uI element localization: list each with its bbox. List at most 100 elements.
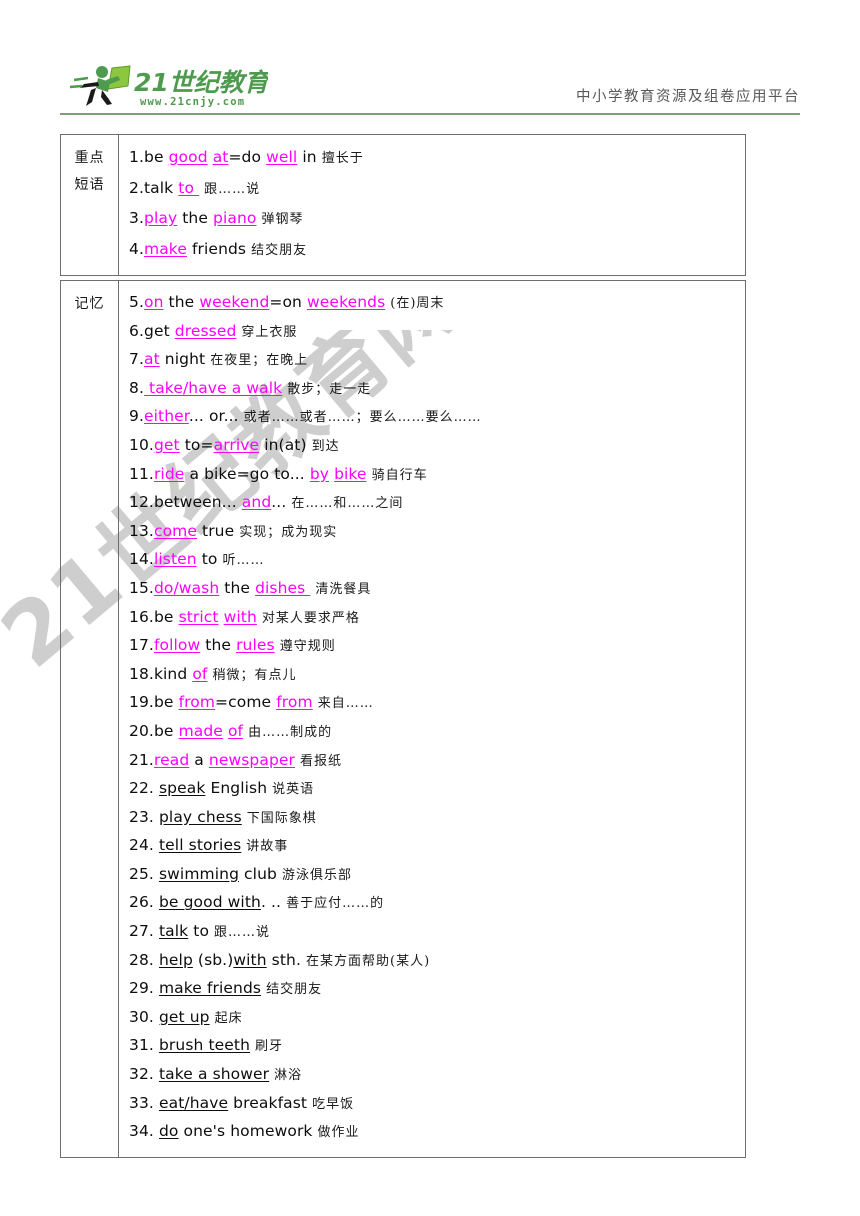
phrase-fragment: by (309, 464, 330, 483)
phrase-fragment: (sb.) (192, 950, 234, 969)
phrase-number: 17. (129, 636, 154, 655)
phrase-row: 11.ride a bike=go to... by bike 骑自行车 (129, 461, 739, 490)
phrase-fragment: listen (153, 550, 197, 569)
phrase-fragment: . .. (260, 893, 282, 912)
phrase-number: 6. (129, 321, 144, 340)
phrase-number: 11. (129, 464, 154, 483)
phrase-fragment: dishes (255, 578, 311, 597)
phrase-number: 4. (129, 239, 144, 258)
phrase-translation: (在)周末 (390, 296, 445, 311)
phrase-fragment: talk (144, 178, 179, 197)
phrase-fragment: be good with (158, 893, 261, 912)
phrase-fragment: =come (215, 693, 277, 712)
phrase-row: 22. speak English 说英语 (129, 775, 739, 804)
phrase-fragment: strict (178, 607, 219, 626)
phrase-fragment: get (153, 435, 180, 454)
phrase-fragment: with (223, 607, 257, 626)
phrase-number: 32. (129, 1065, 154, 1084)
phrase-fragment: sth. (266, 950, 301, 969)
phrase-fragment: night (159, 350, 206, 369)
phrase-row: 2.talk to 跟……说 (129, 174, 739, 205)
phrase-number: 16. (129, 607, 154, 626)
phrase-fragment: swimming (158, 864, 240, 883)
phrase-number: 2. (129, 178, 144, 197)
phrase-translation: 起床 (214, 1010, 243, 1026)
phrase-fragment: bike (334, 464, 367, 483)
phrase-fragment: take a shower (158, 1065, 270, 1084)
phrase-translation: 来自…… (317, 696, 374, 712)
phrase-fragment: the (177, 209, 214, 227)
phrase-row: 31. brush teeth 刷牙 (129, 1032, 739, 1061)
phrase-row: 3.play the piano 弹钢琴 (129, 204, 739, 235)
phrase-fragment: the (200, 636, 237, 655)
phrase-translation: 看报纸 (300, 753, 343, 769)
phrase-translation: 到达 (311, 438, 340, 454)
phrase-fragment: follow (153, 636, 201, 655)
phrase-number: 5. (129, 293, 144, 311)
phrase-fragment: to (178, 178, 200, 197)
phrase-fragment: weekend (199, 293, 270, 311)
phrase-fragment: to (188, 922, 210, 941)
phrase-translation: 由……制成的 (248, 724, 333, 740)
phrase-number: 13. (129, 521, 154, 540)
phrase-fragment: and (241, 493, 272, 512)
phrase-row: 15.do/wash the dishes 清洗餐具 (129, 575, 739, 604)
phrase-translation: 对某人要求严格 (261, 610, 360, 626)
phrase-number: 23. (129, 807, 154, 826)
phrase-number: 31. (129, 1036, 154, 1055)
logo-url: www.21cnjy.com (140, 96, 245, 108)
phrase-fragment: the (219, 578, 256, 597)
phrase-fragment: brush teeth (158, 1036, 250, 1055)
phrase-row: 24. tell stories 讲故事 (129, 832, 739, 861)
phrase-fragment: good (168, 148, 208, 166)
phrase-fragment: breakfast (228, 1093, 308, 1112)
phrase-fragment: ... or... (188, 407, 239, 426)
runner-icon (69, 65, 131, 106)
phrase-fragment: between... (153, 493, 242, 512)
phrase-row: 8. take/have a walk 散步；走一走 (129, 375, 739, 404)
table-label-line: 重点 (74, 150, 105, 166)
phrase-translation: 下国际象棋 (246, 810, 317, 826)
phrase-fragment: of (192, 664, 208, 683)
phrase-row: 12.between... and... 在……和……之间 (129, 489, 739, 518)
phrase-translation: 或者……或者……；要么……要么…… (243, 410, 482, 426)
phrase-translation: 结交朋友 (266, 982, 323, 998)
logo-wordmark: 21世纪教育 (134, 68, 268, 97)
phrase-row: 26. be good with. .. 善于应付……的 (129, 889, 739, 918)
phrase-fragment: on (144, 293, 164, 311)
phrase-number: 10. (129, 435, 154, 454)
phrase-row: 1.be good at=do well in 擅长于 (129, 143, 739, 174)
phrase-fragment: one's homework (178, 1122, 313, 1141)
phrase-fragment: help (158, 950, 193, 969)
phrase-row: 13.come true 实现；成为现实 (129, 518, 739, 547)
phrase-translation: 稍微；有点儿 (212, 667, 297, 683)
phrase-translation: 听…… (222, 553, 265, 569)
phrase-number: 19. (129, 693, 154, 712)
phrase-fragment: read (153, 750, 190, 769)
phrase-fragment: dressed (174, 321, 237, 340)
phrase-fragment: get (144, 321, 175, 340)
table-rows-cell: 1.be good at=do well in 擅长于 2.talk to 跟……说… (119, 135, 745, 275)
phrase-fragment: be (153, 721, 179, 740)
phrase-number: 30. (129, 1007, 154, 1026)
phrase-fragment: the (163, 293, 200, 311)
phrase-row: 10.get to=arrive in(at) 到达 (129, 432, 739, 461)
phrase-fragment: from (276, 693, 313, 712)
phrase-translation: 吃早饭 (312, 1096, 355, 1112)
phrase-number: 25. (129, 864, 154, 883)
phrase-fragment: get up (158, 1007, 210, 1026)
phrase-fragment: eat/have (158, 1093, 229, 1112)
phrase-fragment: arrive (213, 435, 260, 454)
phrase-number: 29. (129, 979, 154, 998)
phrase-fragment: come (153, 521, 197, 540)
phrase-number: 21. (129, 750, 154, 769)
phrase-fragment: to (196, 550, 218, 569)
table-label-cell: 记忆 (61, 281, 119, 1157)
table-rows-cell: 5.on the weekend=on weekends (在)周末 6.get d… (119, 281, 745, 1157)
phrase-row: 34. do one's homework 做作业 (129, 1118, 739, 1147)
phrase-number: 9. (129, 407, 144, 426)
phrase-number: 15. (129, 578, 154, 597)
phrase-fragment: make friends (158, 979, 262, 998)
table-label-line: 短语 (74, 177, 105, 193)
phrase-row: 33. eat/have breakfast 吃早饭 (129, 1090, 739, 1119)
